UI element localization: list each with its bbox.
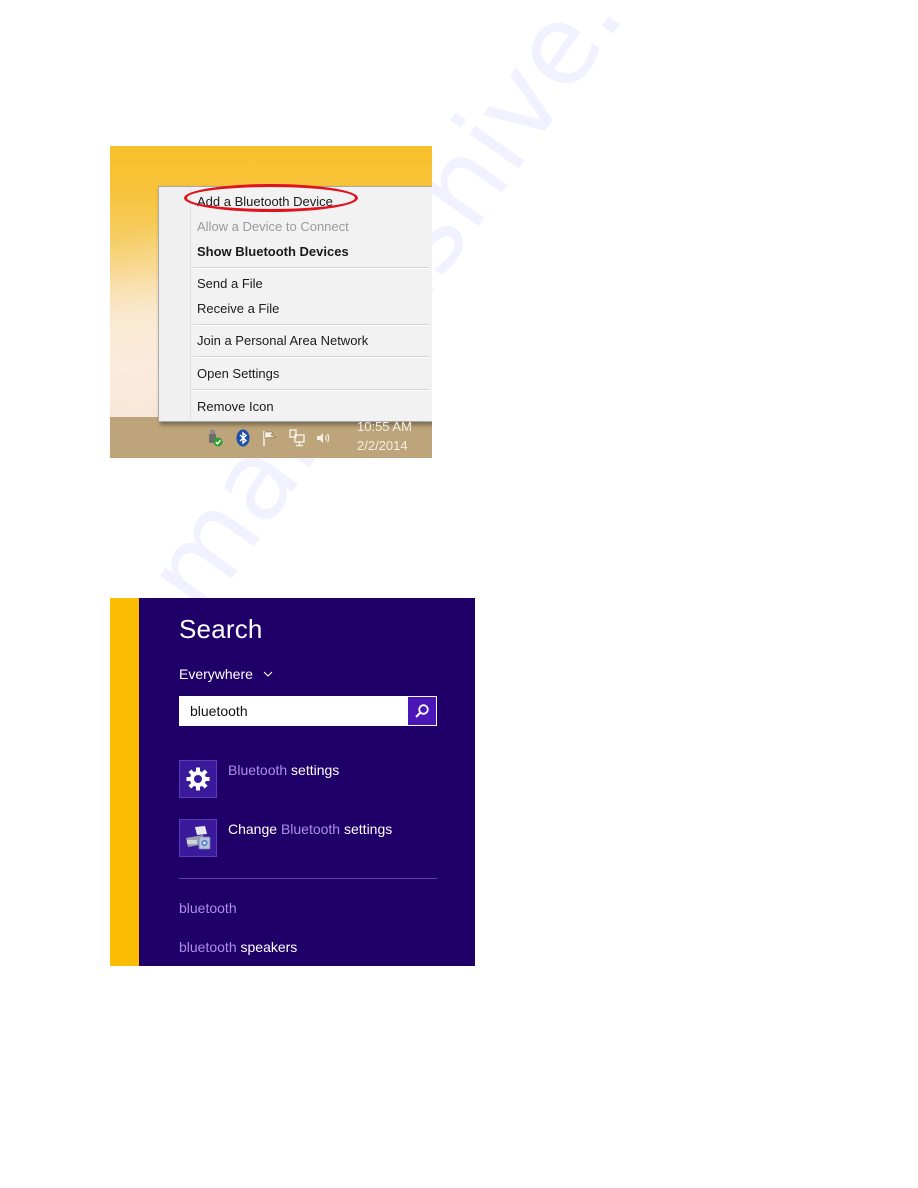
red-highlight-ellipse [184, 184, 358, 212]
menu-separator [193, 324, 429, 326]
search-box [179, 696, 437, 726]
menu-item-send-file[interactable]: Send a File [197, 276, 263, 292]
result-label: Bluetooth settings [228, 762, 340, 778]
results-divider [179, 878, 437, 879]
menu-item-join-personal-area-network[interactable]: Join a Personal Area Network [197, 333, 368, 349]
bluetooth-context-menu: Add a Bluetooth Device Allow a Device to… [158, 186, 432, 422]
search-button[interactable] [408, 697, 436, 725]
search-scope-dropdown[interactable]: Everywhere [179, 666, 273, 682]
menu-item-receive-file[interactable]: Receive a File [197, 301, 279, 317]
volume-icon[interactable] [315, 429, 333, 447]
search-suggestion[interactable]: bluetooth [179, 900, 237, 916]
result-label: Change Bluetooth settings [228, 821, 393, 837]
menu-separator [193, 389, 429, 391]
gear-icon [179, 760, 217, 798]
usb-safe-remove-icon[interactable] [206, 429, 224, 447]
bluetooth-tray-screenshot: Add a Bluetooth Device Allow a Device to… [110, 146, 432, 458]
search-scope-label: Everywhere [179, 666, 253, 682]
accent-strip [110, 598, 139, 966]
menu-item-open-settings[interactable]: Open Settings [197, 366, 279, 382]
windows-search-screenshot: Search Everywhere bluetooth Bluetooth se… [110, 598, 475, 966]
search-pane-title: Search [179, 614, 263, 644]
action-center-flag-icon[interactable] [261, 429, 279, 447]
search-result-change-bluetooth-settings[interactable]: Change Bluetooth settings [179, 819, 392, 857]
menu-item-show-bluetooth-devices[interactable]: Show Bluetooth Devices [197, 244, 349, 260]
clock-date: 2/2/2014 [357, 438, 408, 453]
bluetooth-icon[interactable] [234, 429, 252, 447]
search-suggestion[interactable]: bluetooth speakers [179, 939, 297, 955]
clock-time: 10:55 AM [357, 419, 412, 434]
menu-item-remove-icon[interactable]: Remove Icon [197, 399, 274, 415]
menu-icon-gutter [159, 187, 191, 421]
search-result-bluetooth-settings[interactable]: Bluetooth settings [179, 760, 339, 798]
search-icon [415, 704, 429, 718]
menu-separator [193, 267, 429, 269]
network-icon[interactable] [288, 429, 306, 447]
devices-printer-icon [179, 819, 217, 857]
taskbar-clock[interactable]: 10:55 AM 2/2/2014 [357, 419, 412, 454]
menu-item-allow-device-to-connect: Allow a Device to Connect [197, 219, 349, 234]
menu-separator [193, 356, 429, 358]
chevron-down-icon [263, 671, 273, 677]
search-input[interactable] [180, 697, 406, 725]
